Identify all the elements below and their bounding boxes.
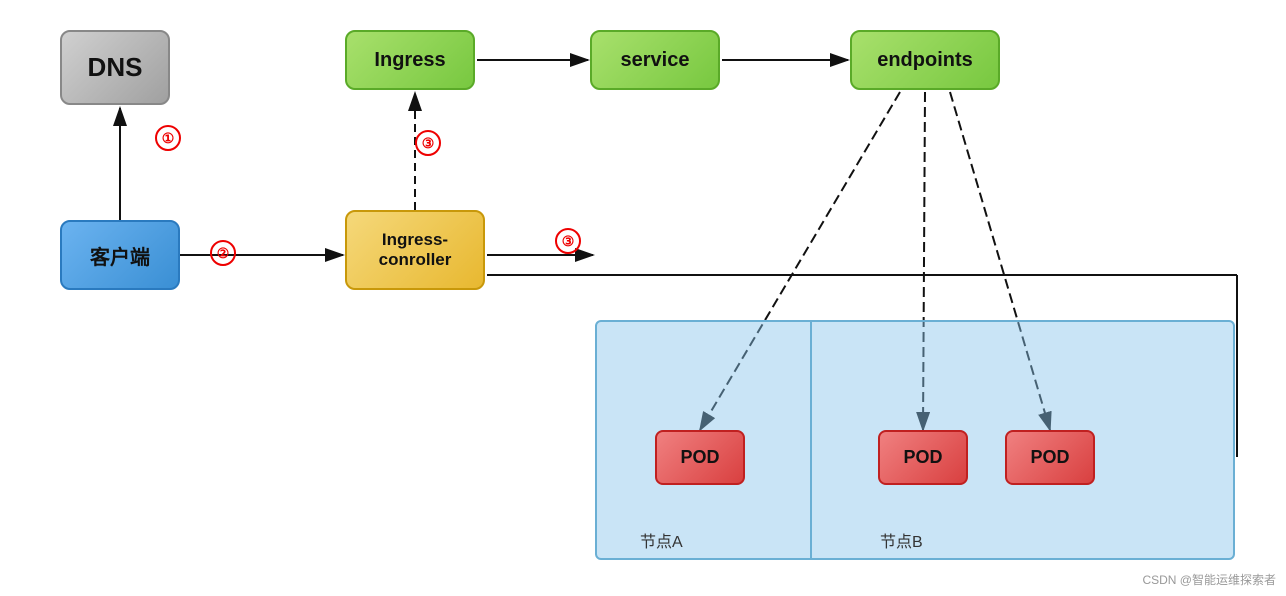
- ingress-label: Ingress: [374, 49, 445, 72]
- node-a-label: 节点A: [640, 528, 683, 552]
- step2-indicator: ②: [210, 240, 236, 266]
- step1-indicator: ①: [155, 125, 181, 151]
- endpoints-node: endpoints: [850, 30, 1000, 90]
- ingress-controller-node: Ingress-conroller: [345, 210, 485, 290]
- endpoints-label: endpoints: [877, 49, 973, 72]
- dns-label: DNS: [88, 52, 143, 83]
- ingress-node: Ingress: [345, 30, 475, 90]
- pod3-label: POD: [1030, 447, 1069, 468]
- service-label: service: [621, 49, 690, 72]
- service-node: service: [590, 30, 720, 90]
- pod1-label: POD: [680, 447, 719, 468]
- node-divider: [810, 320, 812, 560]
- watermark: CSDN @智能运维探索者: [1142, 571, 1276, 588]
- ingress-controller-label: Ingress-conroller: [379, 230, 452, 270]
- client-node: 客户端: [60, 220, 180, 290]
- pod1-node: POD: [655, 430, 745, 485]
- node-b-label: 节点B: [880, 528, 923, 552]
- step3a-indicator: ③: [415, 130, 441, 156]
- diagram-container: DNS 客户端 Ingress service endpoints Ingres…: [0, 0, 1286, 596]
- client-label: 客户端: [90, 241, 150, 270]
- step3b-indicator: ③: [555, 228, 581, 254]
- pod3-node: POD: [1005, 430, 1095, 485]
- dns-node: DNS: [60, 30, 170, 105]
- pod2-node: POD: [878, 430, 968, 485]
- pod2-label: POD: [903, 447, 942, 468]
